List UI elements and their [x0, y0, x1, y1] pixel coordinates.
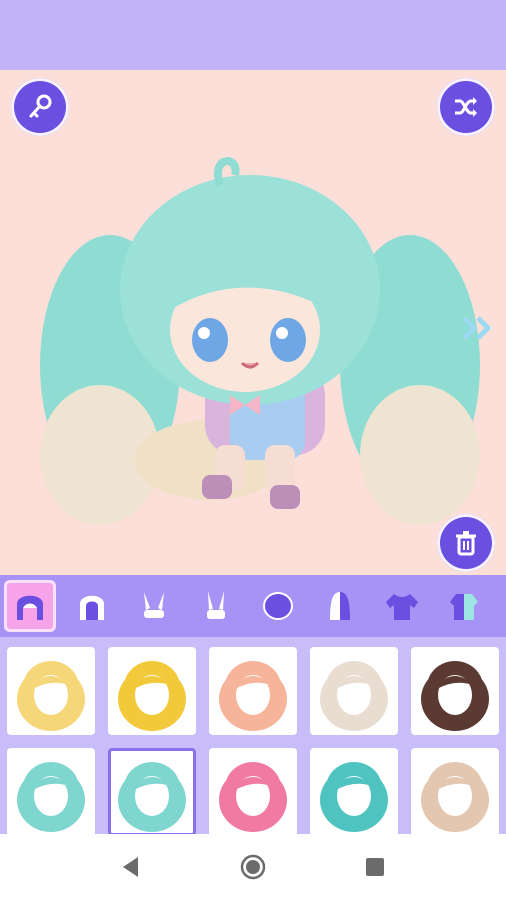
top-bar — [0, 0, 506, 70]
hair-thumbnail — [118, 661, 186, 731]
hair-item[interactable] — [411, 748, 499, 834]
hair-item[interactable] — [310, 748, 398, 834]
category-tab-bar — [0, 575, 506, 637]
hair-thumbnail — [219, 661, 287, 731]
hair-item[interactable] — [310, 647, 398, 735]
tab-ears[interactable] — [128, 580, 180, 632]
hair-item[interactable] — [108, 647, 196, 735]
hair-item[interactable] — [209, 647, 297, 735]
back-hair-icon — [80, 595, 104, 620]
front-hair-icon — [17, 595, 43, 620]
hair-item[interactable] — [411, 647, 499, 735]
hair-thumbnail — [219, 762, 287, 832]
delete-button[interactable] — [437, 514, 495, 572]
bunny-ears-alt-icon — [207, 591, 225, 619]
hood-icon — [263, 592, 293, 620]
tab-back-hair[interactable] — [66, 580, 118, 632]
tab-front-hair[interactable] — [4, 580, 56, 632]
outfit-icon — [450, 594, 478, 620]
double-chevron-right-icon[interactable] — [460, 314, 496, 342]
tab-ears-alt[interactable] — [190, 580, 242, 632]
side-hair-icon — [330, 592, 350, 620]
hair-item[interactable] — [7, 647, 95, 735]
shirt-icon — [386, 594, 418, 620]
character-stage — [0, 70, 506, 575]
recents-square-icon[interactable] — [362, 854, 388, 880]
hair-thumbnail — [421, 762, 489, 832]
hair-thumbnail — [320, 661, 388, 731]
hair-thumbnail — [320, 762, 388, 832]
item-grid — [0, 637, 506, 834]
hair-thumbnail — [118, 762, 186, 832]
trash-icon — [456, 531, 476, 556]
hair-item[interactable] — [209, 748, 297, 834]
back-triangle-icon[interactable] — [118, 854, 144, 880]
tab-side-hair[interactable] — [314, 580, 366, 632]
tab-top[interactable] — [376, 580, 428, 632]
hair-thumbnail — [421, 661, 489, 731]
hair-item[interactable] — [7, 748, 95, 834]
system-navigation-bar — [0, 834, 506, 900]
home-circle-icon[interactable] — [240, 854, 266, 880]
tab-outfit[interactable] — [438, 580, 490, 632]
chibi-character — [40, 157, 480, 525]
hair-thumbnail — [17, 661, 85, 731]
hair-item[interactable] — [108, 748, 196, 834]
hair-thumbnail — [17, 762, 85, 832]
tab-hood[interactable] — [252, 580, 304, 632]
bunny-ears-icon — [144, 592, 164, 618]
